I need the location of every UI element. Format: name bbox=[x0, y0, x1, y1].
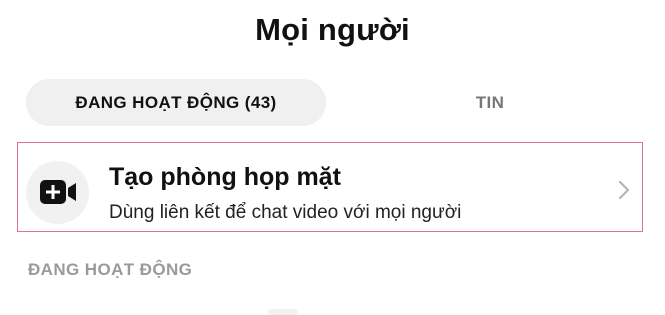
create-room-subtitle: Dùng liên kết để chat video với mọi ngườ… bbox=[109, 202, 462, 223]
section-header-active: ĐANG HOẠT ĐỘNG bbox=[28, 260, 193, 279]
tab-stories[interactable]: TIN bbox=[385, 79, 595, 126]
tab-active-now[interactable]: ĐANG HOẠT ĐỘNG (43) bbox=[26, 79, 326, 126]
page-title: Mọi người bbox=[255, 12, 410, 47]
tab-active-now-label: ĐANG HOẠT ĐỘNG (43) bbox=[75, 92, 277, 112]
tab-stories-label: TIN bbox=[475, 92, 505, 112]
create-room-button[interactable]: Tạo phòng họp mặt Dùng liên kết để chat … bbox=[17, 142, 643, 232]
chevron-right-icon bbox=[618, 180, 630, 200]
create-room-title: Tạo phòng họp mặt bbox=[109, 163, 341, 191]
video-plus-icon bbox=[26, 161, 89, 224]
next-item-peek bbox=[268, 309, 298, 315]
